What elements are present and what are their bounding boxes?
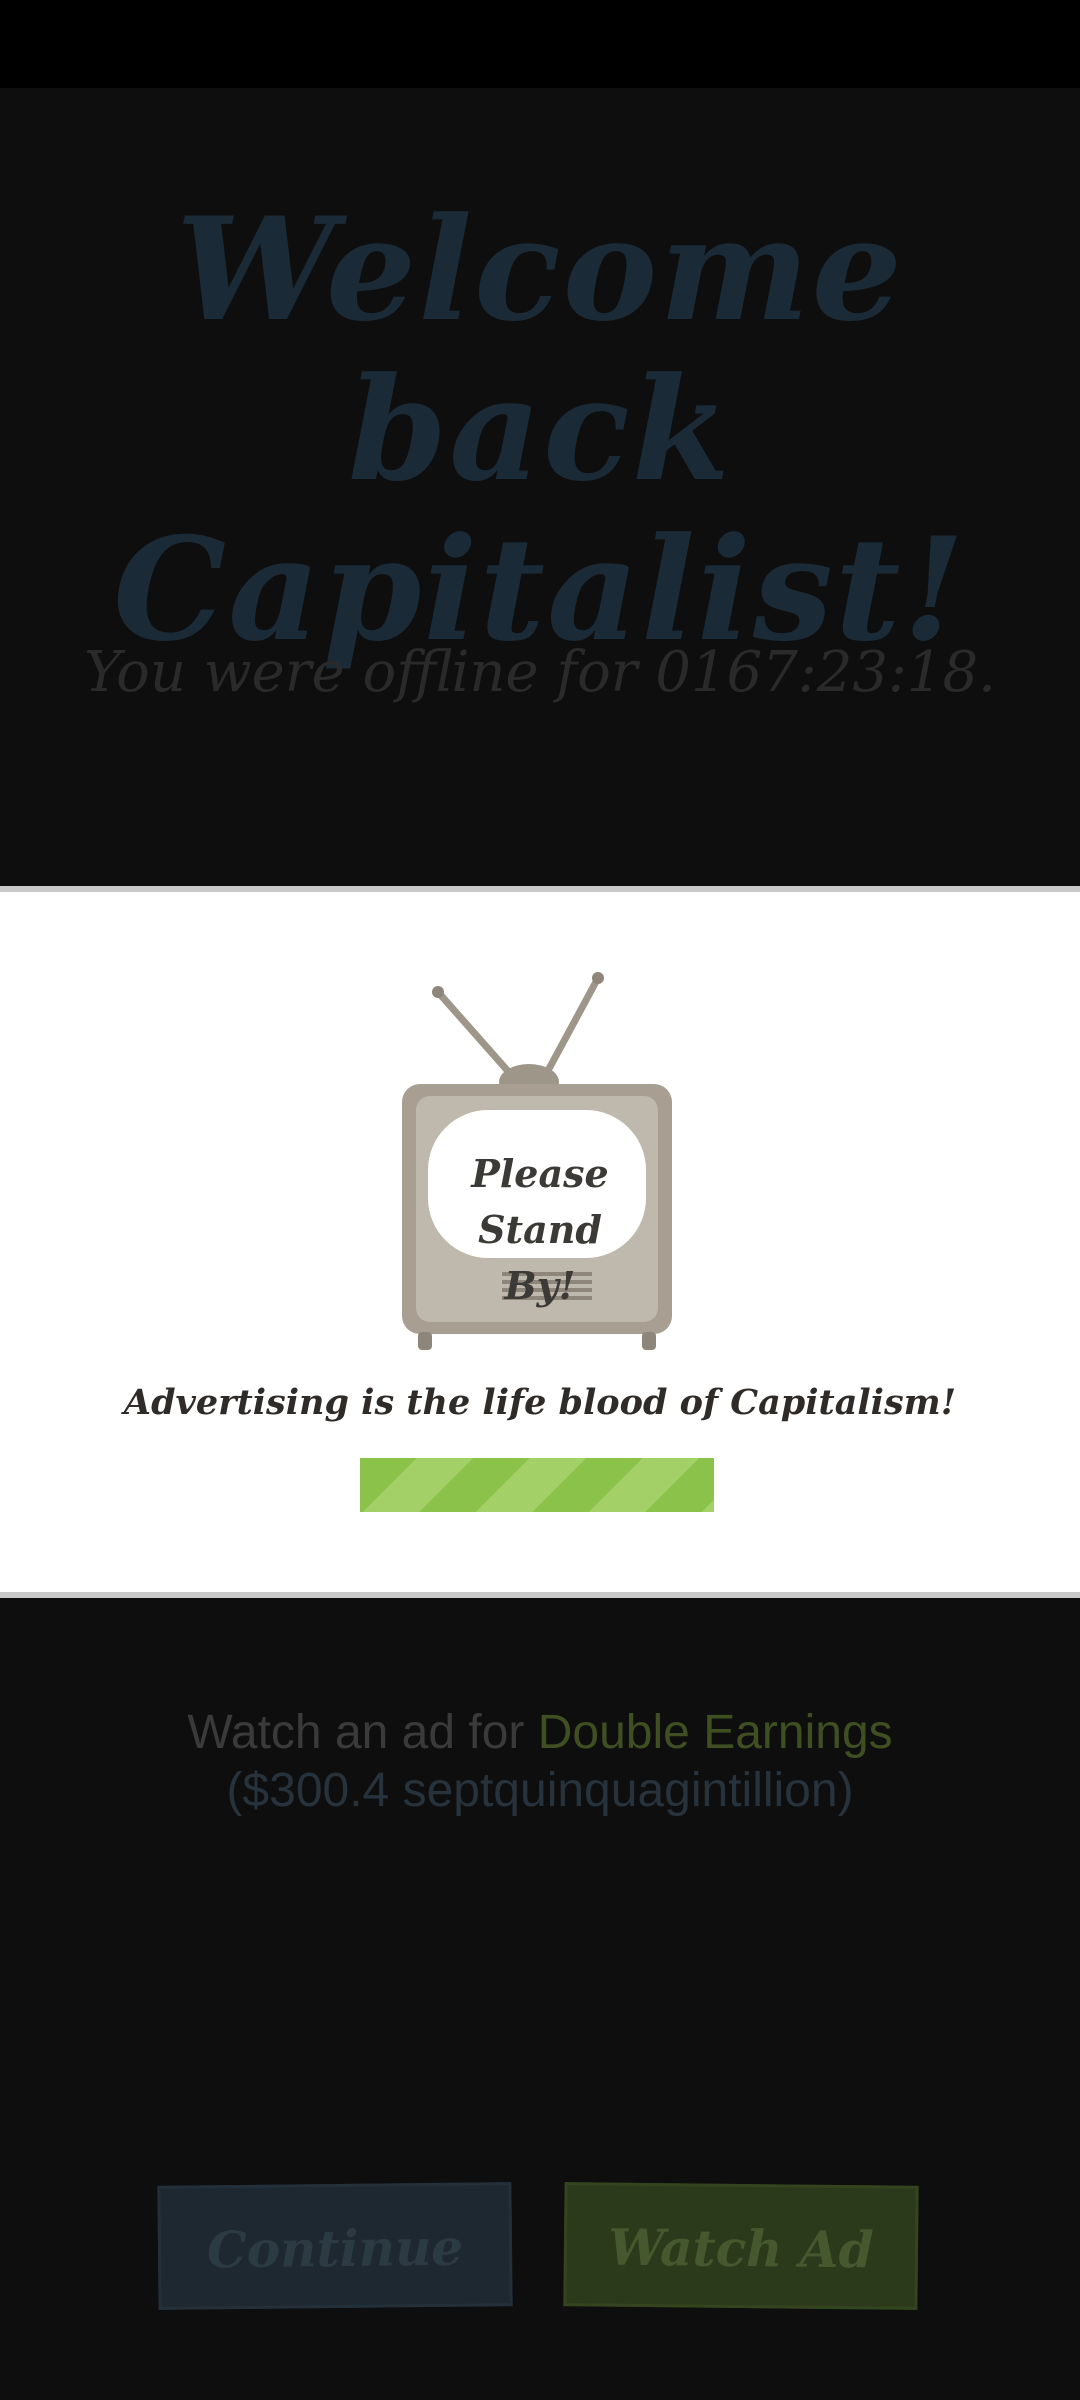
offer-amount: ($300.4 septquinquagintillion) — [226, 1764, 854, 1817]
offer-highlight: Double Earnings — [537, 1706, 893, 1759]
tv-screen-text-line2: Stand By! — [478, 1207, 602, 1308]
watch-ad-offer: Watch an ad for Double Earnings ($300.4 … — [120, 1704, 960, 1820]
offline-duration-text: You were offline for 0167:23:18. — [84, 640, 996, 705]
status-bar — [0, 0, 1080, 88]
ad-progress-bar — [360, 1458, 714, 1512]
tv-screen-text: Please Stand By! — [440, 1146, 640, 1314]
continue-button[interactable]: Continue — [157, 2182, 513, 2310]
ad-caption: Advertising is the life blood of Capital… — [123, 1382, 957, 1423]
tv-screen-text-line1: Please — [471, 1151, 609, 1196]
ad-loading-modal: Please Stand By! Advertising is the life… — [0, 886, 1080, 1598]
offer-prefix: Watch an ad for — [187, 1706, 538, 1759]
welcome-title: Welcome back Capitalist! — [0, 190, 1080, 670]
watch-ad-button[interactable]: Watch Ad — [563, 2182, 919, 2310]
welcome-title-line1: Welcome back — [176, 187, 904, 513]
